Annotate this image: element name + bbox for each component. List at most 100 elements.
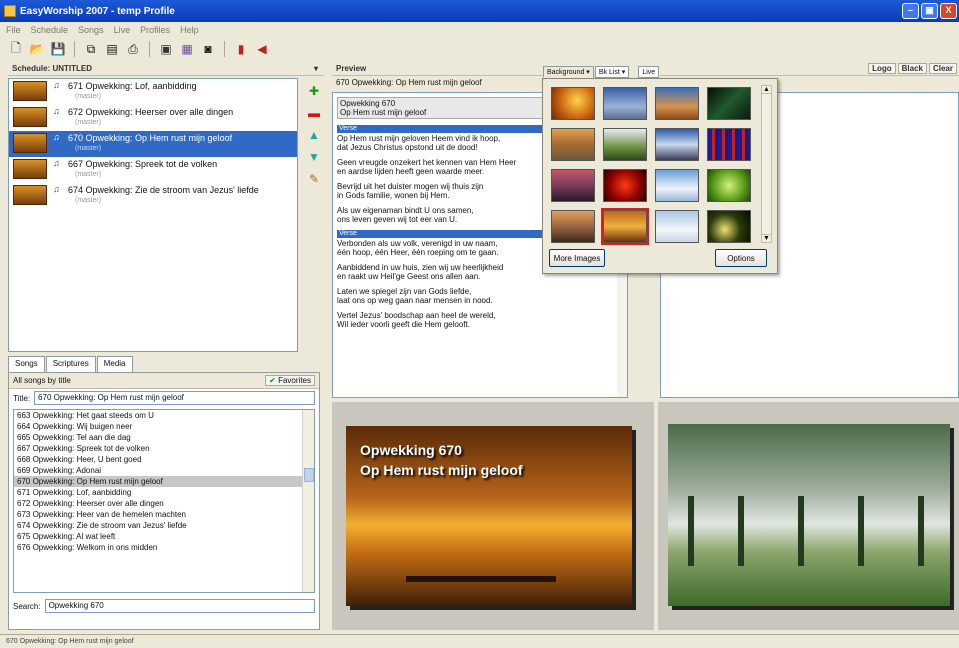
background-thumb[interactable]: [603, 128, 647, 161]
background-grid: [551, 87, 757, 245]
new-document-icon[interactable]: 🗋: [8, 41, 24, 57]
list-item[interactable]: 669 Opwekking: Adonai: [14, 465, 314, 476]
list-item[interactable]: 672 Opwekking: Heerser over alle dingen: [14, 498, 314, 509]
clear-button[interactable]: Clear: [928, 63, 957, 74]
schedule-item[interactable]: ♫ 674 Opwekking: Zie de stroom van Jezus…: [9, 183, 297, 209]
scrollbar-thumb[interactable]: [304, 468, 314, 482]
more-images-button[interactable]: More Images: [549, 249, 605, 267]
songs-subheader: All songs by title ✔ Favorites: [9, 373, 319, 389]
scroll-up-icon[interactable]: ▲: [762, 86, 771, 94]
add-icon[interactable]: ✚: [309, 84, 319, 98]
background-thumb[interactable]: [707, 169, 751, 202]
move-down-icon[interactable]: ▼: [308, 150, 320, 164]
search-input[interactable]: Opwekking 670: [44, 599, 315, 613]
schedule-item[interactable]: ♫ 671 Opwekking: Lof, aanbidding (master…: [9, 79, 297, 105]
list-item[interactable]: 674 Opwekking: Zie de stroom van Jezus' …: [14, 520, 314, 531]
tree-trunk: [738, 496, 744, 566]
print-icon[interactable]: ⎙: [125, 41, 141, 57]
scroll-down-icon[interactable]: ▼: [762, 234, 771, 242]
song-icon: ♫: [53, 80, 60, 90]
preview-song-title: 670 Opwekking: Op Hem rust mijn geloof: [336, 78, 482, 87]
options-button[interactable]: Options: [715, 249, 767, 267]
schedule-list: ♫ 671 Opwekking: Lof, aanbidding (master…: [8, 78, 298, 352]
verse-block[interactable]: Vertel Jezus' boodschap aan heel de were…: [337, 311, 623, 329]
schedule-item[interactable]: ♫ 672 Opwekking: Heerser over alle dinge…: [9, 105, 297, 131]
background-thumb[interactable]: [603, 87, 647, 120]
menu-profiles[interactable]: Profiles: [140, 25, 170, 35]
remove-icon[interactable]: ▬: [308, 106, 320, 120]
list-item[interactable]: 668 Opwekking: Heer, U bent goed: [14, 454, 314, 465]
background-thumb[interactable]: [603, 169, 647, 202]
background-tabs: Background ▾ Bk List ▾ Live: [543, 66, 660, 78]
edit-icon[interactable]: ✎: [309, 172, 319, 186]
toolbar-separator: [224, 41, 225, 57]
close-button[interactable]: X: [940, 3, 957, 19]
camera-icon[interactable]: ◙: [200, 41, 216, 57]
background-thumb[interactable]: [655, 210, 699, 243]
dropdown-arrow-icon[interactable]: ▾: [314, 64, 318, 73]
monitor-icon[interactable]: ▣: [158, 41, 174, 57]
background-thumb[interactable]: [551, 210, 595, 243]
schedule-item[interactable]: ♫ 667 Opwekking: Spreek tot de volken (m…: [9, 157, 297, 183]
background-thumb[interactable]: [707, 128, 751, 161]
background-thumb[interactable]: [551, 87, 595, 120]
background-thumb[interactable]: [551, 128, 595, 161]
background-thumb[interactable]: [551, 169, 595, 202]
tab-media[interactable]: Media: [96, 356, 133, 372]
song-icon: ♫: [53, 158, 60, 168]
background-thumb[interactable]: [707, 87, 751, 120]
title-row: Title: 670 Opwekking: Op Hem rust mijn g…: [9, 389, 319, 407]
list-item[interactable]: 673 Opwekking: Heer van de hemelen macht…: [14, 509, 314, 520]
menu-help[interactable]: Help: [180, 25, 199, 35]
list-item[interactable]: 671 Opwekking: Lof, aanbidding: [14, 487, 314, 498]
verse-block[interactable]: Laten we spiegel zijn van Gods liefde, l…: [337, 287, 623, 305]
media-icon[interactable]: ▦: [179, 41, 195, 57]
tab-bk-list[interactable]: Bk List ▾: [594, 66, 630, 78]
logo-button[interactable]: Logo: [868, 63, 896, 74]
tab-live[interactable]: Live: [638, 66, 660, 78]
tree-trunk: [798, 496, 804, 566]
speaker-icon[interactable]: ◀: [254, 41, 270, 57]
stage-line-1: Opwekking 670: [360, 442, 462, 458]
tab-scriptures[interactable]: Scriptures: [45, 356, 96, 372]
menu-songs[interactable]: Songs: [78, 25, 104, 35]
list-item[interactable]: 676 Opwekking: Welkom in ons midden: [14, 542, 314, 553]
background-thumb[interactable]: [655, 128, 699, 161]
song-list-scrollbar[interactable]: [302, 410, 314, 592]
background-thumb[interactable]: [707, 210, 751, 243]
menu-live[interactable]: Live: [114, 25, 131, 35]
window-title: EasyWorship 2007 - temp Profile: [20, 5, 175, 17]
list-item[interactable]: 667 Opwekking: Spreek tot de volken: [14, 443, 314, 454]
list-item[interactable]: 664 Opwekking: Wij buigen neer: [14, 421, 314, 432]
list-item-selected[interactable]: 670 Opwekking: Op Hem rust mijn geloof: [14, 476, 314, 487]
search-row: Search: Opwekking 670: [9, 597, 319, 615]
black-button[interactable]: Black: [897, 63, 927, 74]
copy-icon[interactable]: ⧉: [83, 41, 99, 57]
schedule-item-selected[interactable]: ♫ 670 Opwekking: Op Hem rust mijn geloof…: [9, 131, 297, 157]
save-icon[interactable]: 💾: [50, 41, 66, 57]
list-item[interactable]: 675 Opwekking: Al wat leeft: [14, 531, 314, 542]
favorites-button[interactable]: ✔ Favorites: [265, 375, 315, 386]
tab-background[interactable]: Background ▾: [543, 66, 594, 78]
open-folder-icon[interactable]: 📂: [29, 41, 45, 57]
background-thumb[interactable]: [655, 169, 699, 202]
stage-line-2: Op Hem rust mijn geloof: [360, 462, 523, 478]
list-item[interactable]: 665 Opwekking: Tel aan die dag: [14, 432, 314, 443]
background-thumb-selected[interactable]: [601, 208, 649, 245]
tab-songs[interactable]: Songs: [8, 356, 45, 372]
minimize-button[interactable]: –: [902, 3, 919, 19]
maximize-button[interactable]: ▣: [921, 3, 938, 19]
toolbar-separator: [74, 41, 75, 57]
menu-file[interactable]: File: [6, 25, 21, 35]
list-item[interactable]: 663 Opwekking: Het gaat steeds om U: [14, 410, 314, 421]
song-editor-icon[interactable]: ▤: [104, 41, 120, 57]
background-thumb[interactable]: [655, 87, 699, 120]
menu-schedule[interactable]: Schedule: [31, 25, 69, 35]
bible-icon[interactable]: ▮: [233, 41, 249, 57]
song-icon: ♫: [53, 106, 60, 116]
move-up-icon[interactable]: ▲: [308, 128, 320, 142]
status-text: 670 Opwekking: Op Hem rust mijn geloof: [6, 638, 134, 645]
toolbar: 🗋 📂 💾 ⧉ ▤ ⎙ ▣ ▦ ◙ ▮ ◀: [0, 38, 959, 60]
title-field[interactable]: 670 Opwekking: Op Hem rust mijn geloof: [34, 391, 315, 405]
background-scrollbar[interactable]: ▲ ▼: [761, 85, 772, 243]
